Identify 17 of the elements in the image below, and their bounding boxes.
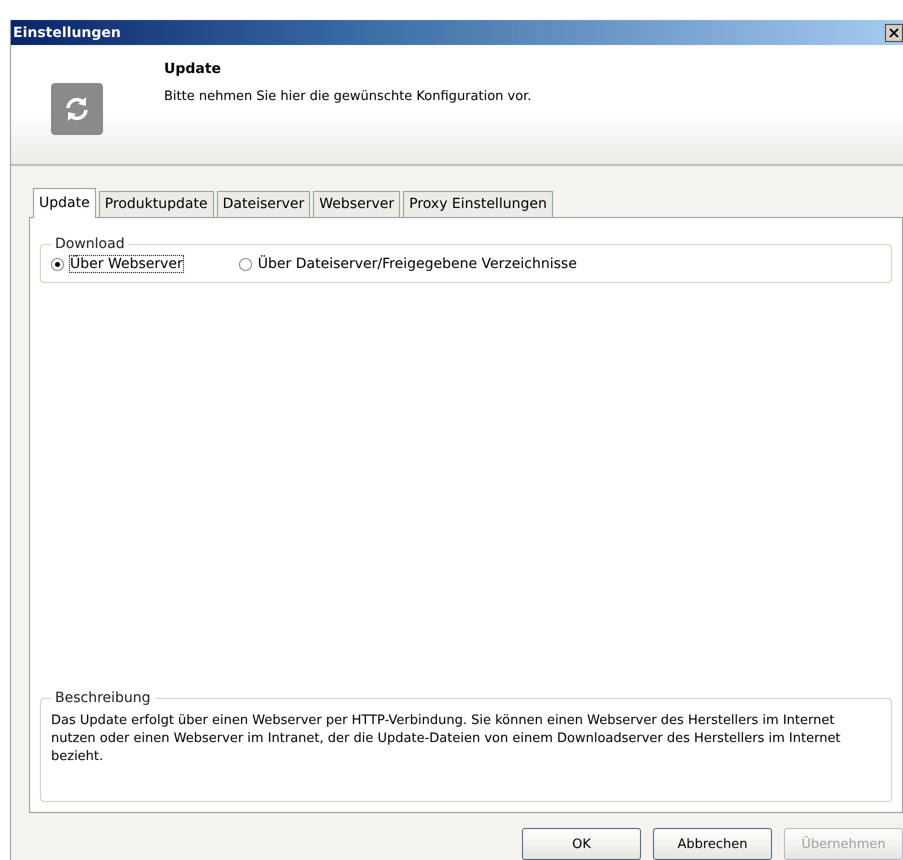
tab[interactable]: Webserver	[313, 191, 400, 217]
group-legend: Beschreibung	[51, 690, 155, 706]
tab[interactable]: Dateiserver	[216, 191, 310, 217]
close-button[interactable]: ×	[885, 24, 903, 42]
window-title: Einstellungen	[13, 24, 121, 41]
dialog-button[interactable]: Abbrechen	[653, 828, 772, 860]
page-subtitle: Bitte nehmen Sie hier die gewünschte Konfiguration vor.	[164, 89, 532, 104]
radio-option[interactable]: Über Webserver	[51, 256, 183, 272]
group-legend: Download	[51, 236, 129, 252]
radio-option[interactable]: Über Dateiserver/Freigegebene Verzeichnisse	[238, 256, 577, 272]
tab[interactable]: Produktupdate	[98, 191, 214, 217]
refresh-icon	[51, 83, 103, 136]
page-title: Update	[164, 61, 222, 78]
dialog-button[interactable]: OK	[522, 828, 641, 860]
description-text: Das Update erfolgt über einen Webserver per HTTP-Verbindung. Sie können einen Webserver des Herstellers im Internet nutzen oder einen Webserver im Intranet, der die Update-Dateien von einem Downloadserver des Herstellers im Internet bezieht.	[51, 712, 842, 766]
tab[interactable]: Proxy Einstellungen	[403, 191, 553, 217]
tab[interactable]: Update	[33, 188, 96, 218]
